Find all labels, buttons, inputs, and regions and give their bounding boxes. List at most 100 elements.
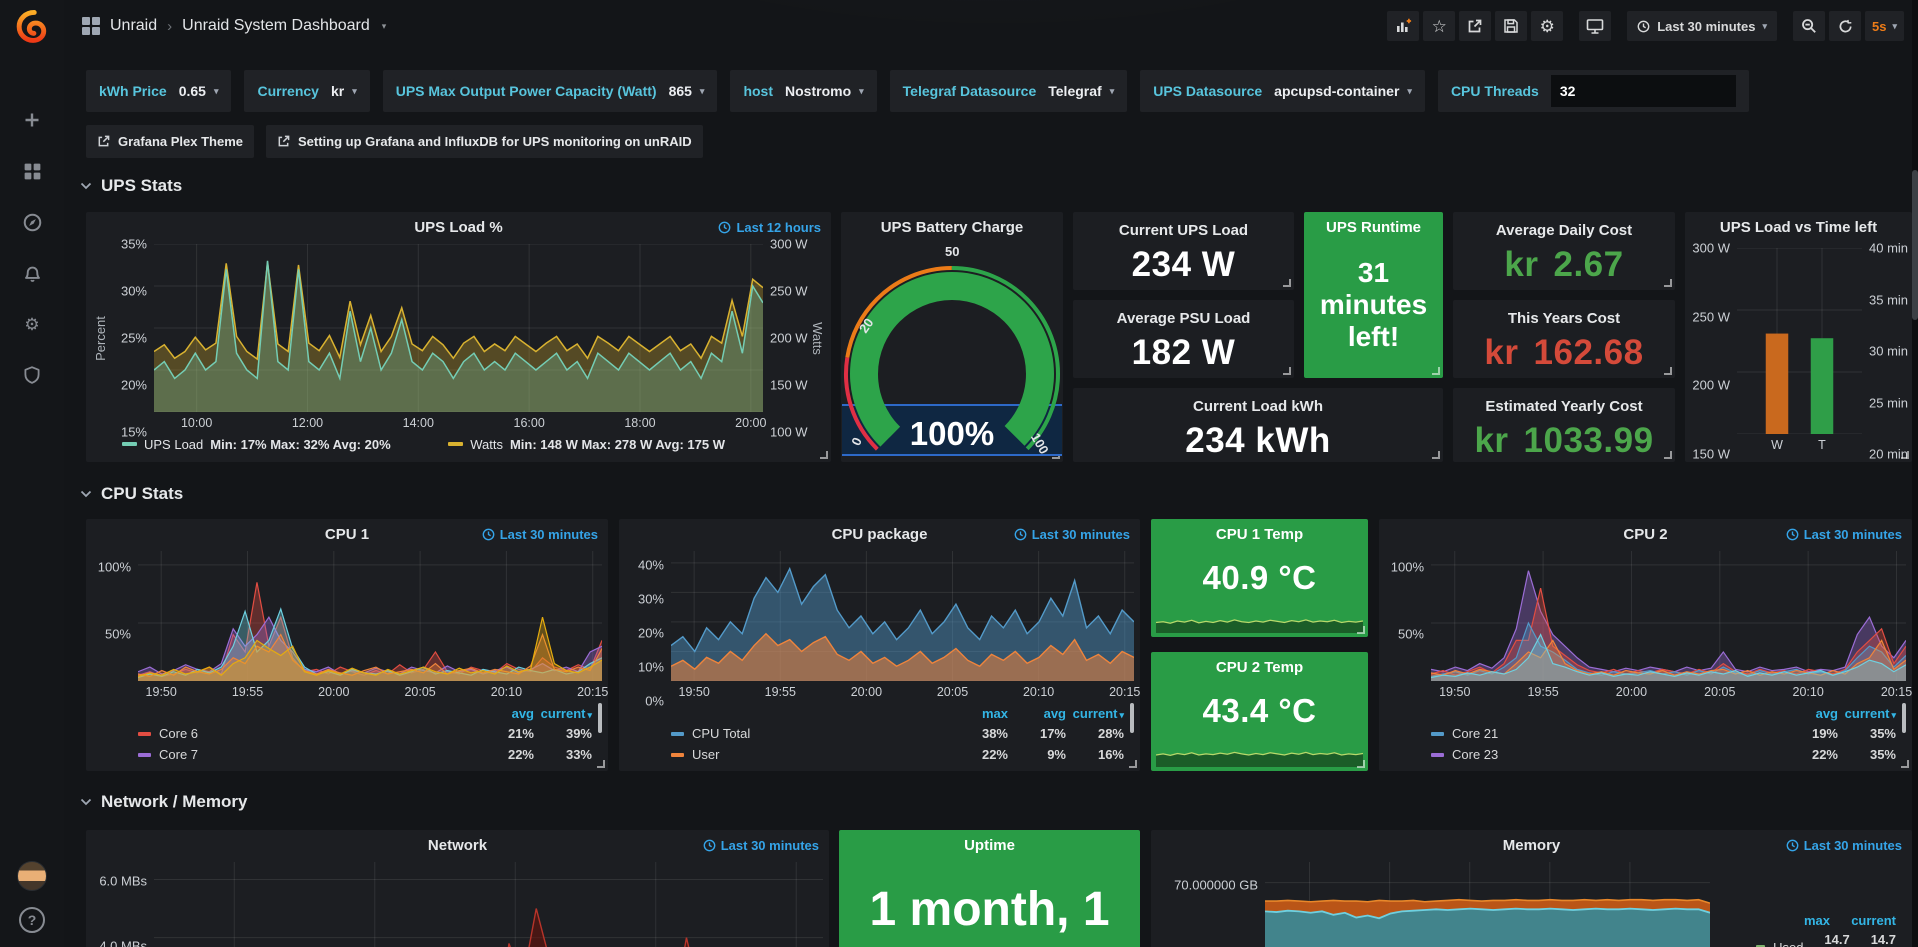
breadcrumb-folder[interactable]: Unraid: [110, 17, 157, 35]
legend-column-header[interactable]: max: [1764, 913, 1830, 928]
ups-load-chart[interactable]: [154, 244, 763, 412]
configuration-icon[interactable]: ⚙: [20, 312, 44, 336]
scrollbar-thumb[interactable]: [1912, 170, 1918, 320]
cpu2-chart[interactable]: [1431, 551, 1906, 681]
panel-title[interactable]: UPS Runtime: [1304, 219, 1443, 236]
legend-row[interactable]: CPU Total38%17%28%: [671, 723, 1124, 744]
legend-column-header[interactable]: avg: [1780, 706, 1838, 721]
legend-table[interactable]: maxcurrentUsed14.7 GB14.7 GBBuffered3 MB…: [1710, 862, 1906, 947]
legend-table[interactable]: avgcurrent▾ Core 621%39%Core 722%33%: [92, 701, 602, 765]
help-icon[interactable]: ?: [19, 907, 45, 933]
panel-cpu-2-temp: CPU 2 Temp 43.4 °C: [1151, 652, 1368, 771]
panel-title[interactable]: Estimated Yearly Cost: [1485, 398, 1642, 415]
legend-column-header[interactable]: current: [1830, 913, 1896, 928]
create-icon[interactable]: [20, 108, 44, 132]
save-button[interactable]: [1495, 11, 1527, 41]
temp-sparkline: [1156, 737, 1363, 767]
cpu1-chart[interactable]: [138, 551, 602, 681]
zoom-out-button[interactable]: [1793, 11, 1825, 41]
section-network-memory[interactable]: Network / Memory: [80, 792, 247, 812]
variable-label: Telegraf Datasource: [903, 83, 1037, 99]
refresh-interval-picker[interactable]: 5s ▾: [1865, 11, 1904, 41]
tick-label: 25 min: [1869, 395, 1908, 410]
legend-item-watts[interactable]: Watts Min: 148 W Max: 278 W Avg: 175 W: [448, 437, 725, 452]
panel-time-badge[interactable]: Last 30 minutes: [482, 527, 598, 542]
panel-estimated-yearly-cost: Estimated Yearly Cost kr1033.99: [1453, 388, 1675, 462]
legend-scrollbar[interactable]: [1902, 703, 1906, 733]
avatar[interactable]: [17, 861, 47, 891]
add-panel-button[interactable]: [1387, 11, 1419, 41]
variable-value-dropdown[interactable]: apcupsd-container▾: [1274, 83, 1412, 99]
panel-time-badge[interactable]: Last 30 minutes: [703, 838, 819, 853]
legend-table[interactable]: maxavgcurrent▾ CPU Total38%17%28%User22%9…: [625, 701, 1134, 765]
breadcrumb-title[interactable]: Unraid System Dashboard: [182, 17, 370, 35]
share-button[interactable]: [1459, 11, 1491, 41]
legend-row[interactable]: Used14.7 GB14.7 GB: [1756, 932, 1896, 947]
shield-icon[interactable]: [20, 363, 44, 387]
legend-column-header[interactable]: max: [950, 706, 1008, 721]
settings-button[interactable]: ⚙: [1531, 11, 1563, 41]
variable-value-dropdown[interactable]: 0.65▾: [179, 83, 219, 99]
panel-title[interactable]: Average PSU Load: [1117, 310, 1251, 327]
memory-chart[interactable]: [1265, 862, 1710, 947]
stat-value: 40.9 °C: [1203, 559, 1317, 597]
network-chart[interactable]: [154, 862, 823, 947]
panel-title[interactable]: Average Daily Cost: [1496, 222, 1632, 239]
legend-row[interactable]: Core 2119%35%: [1431, 723, 1896, 744]
star-button[interactable]: ☆: [1423, 11, 1455, 41]
panel-time-badge[interactable]: Last 30 minutes: [1786, 527, 1902, 542]
legend-column-header[interactable]: current▾: [1066, 706, 1124, 721]
cpu-package-chart[interactable]: [671, 551, 1134, 681]
panel-title[interactable]: UPS Load vs Time left: [1685, 219, 1912, 236]
panel-title[interactable]: CPU 1 Temp: [1151, 526, 1368, 543]
legend-column-header[interactable]: avg: [476, 706, 534, 721]
chevron-down-icon[interactable]: ▾: [382, 21, 387, 32]
panel-time-badge[interactable]: Last 30 minutes: [1786, 838, 1902, 853]
link-grafana-plex-theme[interactable]: Grafana Plex Theme: [86, 125, 254, 158]
ups-bars-chart[interactable]: [1737, 248, 1862, 434]
legend-row[interactable]: Core 722%33%: [138, 744, 592, 765]
time-range-picker[interactable]: Last 30 minutes ▾: [1627, 11, 1777, 41]
variable-value-dropdown[interactable]: Nostromo▾: [785, 83, 864, 99]
grafana-logo[interactable]: [13, 8, 51, 46]
link-ups-monitoring-guide[interactable]: Setting up Grafana and InfluxDB for UPS …: [266, 125, 703, 158]
legend-column-header[interactable]: avg: [1008, 706, 1066, 721]
y-axis-left: 70.000000 GB60.000000 GB50.000000 GB: [1157, 862, 1265, 947]
alerting-icon[interactable]: [20, 261, 44, 285]
legend-row[interactable]: Core 621%39%: [138, 723, 592, 744]
legend-column-header[interactable]: current▾: [534, 706, 592, 721]
legend-column-header[interactable]: current▾: [1838, 706, 1896, 721]
panel-title[interactable]: Current UPS Load: [1119, 222, 1248, 239]
panel-time-badge[interactable]: Last 30 minutes: [1014, 527, 1130, 542]
page-scrollbar[interactable]: [1912, 0, 1918, 947]
panel-ups-runtime: UPS Runtime 31 minutes left!: [1304, 212, 1443, 378]
tick-label: 4.0 MBs: [99, 938, 147, 947]
panel-title[interactable]: Uptime: [839, 837, 1140, 854]
variable-value-dropdown[interactable]: 865▾: [669, 83, 705, 99]
legend-table[interactable]: avgcurrent▾ Core 2119%35%Core 2322%35%: [1385, 701, 1906, 765]
tick-label: 16:00: [514, 416, 545, 430]
legend-scrollbar[interactable]: [1130, 703, 1134, 733]
section-cpu-stats[interactable]: CPU Stats: [80, 484, 183, 504]
refresh-button[interactable]: [1829, 11, 1861, 41]
section-ups-stats[interactable]: UPS Stats: [80, 176, 182, 196]
panel-title[interactable]: Current Load kWh: [1193, 398, 1323, 415]
tick-label: 20:10: [491, 685, 522, 699]
panel-time-badge[interactable]: Last 12 hours: [718, 220, 821, 235]
variable-label: CPU Threads: [1451, 83, 1539, 99]
legend-scrollbar[interactable]: [598, 703, 602, 733]
legend-item-ups-load[interactable]: UPS Load Min: 17% Max: 32% Avg: 20%: [122, 437, 391, 452]
cpu-threads-input[interactable]: [1551, 75, 1736, 107]
dashboards-icon[interactable]: [20, 159, 44, 183]
panel-title[interactable]: This Years Cost: [1508, 310, 1620, 327]
explore-icon[interactable]: [20, 210, 44, 234]
apps-grid-icon[interactable]: [82, 17, 100, 35]
legend-row[interactable]: Core 2322%35%: [1431, 744, 1896, 765]
legend-row[interactable]: User22%9%16%: [671, 744, 1124, 765]
cycle-view-button[interactable]: [1579, 11, 1611, 41]
tick-label: 100%: [98, 560, 131, 575]
variable-value-dropdown[interactable]: kr▾: [331, 83, 357, 99]
panel-title[interactable]: CPU 2 Temp: [1151, 659, 1368, 676]
variable-value-dropdown[interactable]: Telegraf▾: [1048, 83, 1114, 99]
x-axis: 19:5019:5520:0020:0520:1020:15: [671, 681, 1134, 701]
